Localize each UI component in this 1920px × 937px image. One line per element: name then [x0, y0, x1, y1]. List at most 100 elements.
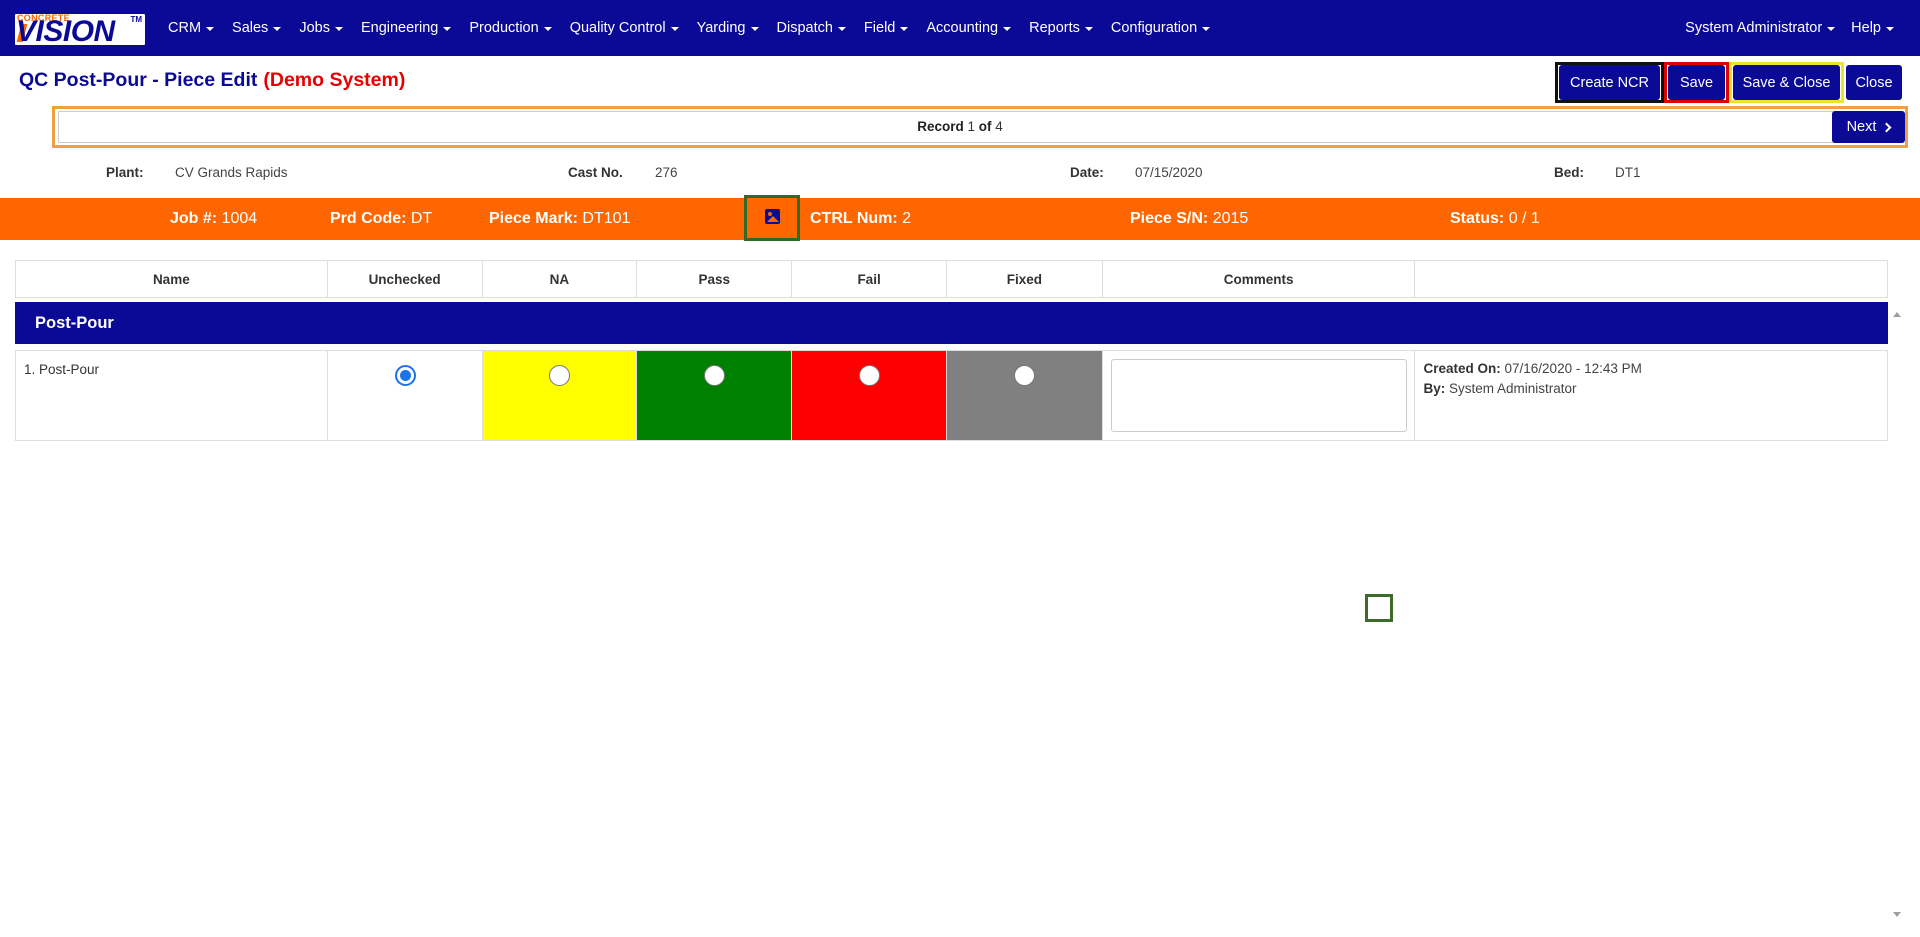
- nav-sales[interactable]: Sales: [232, 20, 282, 36]
- col-comments[interactable]: Comments: [1103, 261, 1416, 297]
- nav-crm[interactable]: CRM: [168, 20, 215, 36]
- logo-trademark: TM: [130, 15, 142, 24]
- piece-serial-label: Piece S/N:: [1130, 210, 1209, 227]
- caret-down-icon: [273, 27, 282, 31]
- radio-fail[interactable]: [859, 365, 881, 386]
- nav-accounting[interactable]: Accounting: [926, 20, 1012, 36]
- nav-reports[interactable]: Reports: [1029, 20, 1093, 36]
- highlight-marker: [1365, 594, 1393, 622]
- main-menu: CRM Sales Jobs Engineering Production Qu…: [168, 0, 1228, 56]
- vertical-scrollbar[interactable]: [1888, 302, 1903, 922]
- ctrl-num: CTRL Num: 2: [810, 210, 911, 228]
- caret-down-icon: [1003, 27, 1012, 31]
- user-menu[interactable]: System Administrator: [1685, 20, 1836, 36]
- date-label: Date:: [1070, 165, 1104, 180]
- group-header-post-pour: Post-Pour: [15, 302, 1888, 344]
- scroll-down-arrow-icon[interactable]: [1893, 912, 1901, 917]
- caret-down-icon: [543, 27, 552, 31]
- job-number-value: 1004: [221, 210, 258, 227]
- piece-mark-label: Piece Mark:: [489, 210, 578, 227]
- created-by-value: System Administrator: [1449, 381, 1577, 396]
- nav-quality-control[interactable]: Quality Control: [570, 20, 679, 36]
- prd-code: Prd Code: DT: [330, 210, 432, 228]
- col-unchecked[interactable]: Unchecked: [328, 261, 483, 297]
- created-by-label: By:: [1423, 381, 1446, 396]
- piece-status-value: 0 / 1: [1508, 210, 1540, 227]
- logo-main-text: VISION: [16, 15, 115, 46]
- top-navbar: CONCRETE VISION TM CRM Sales Jobs Engine…: [0, 0, 1920, 56]
- caret-down-icon: [750, 27, 759, 31]
- piece-serial: Piece S/N: 2015: [1130, 210, 1248, 228]
- save-close-button[interactable]: Save & Close: [1733, 65, 1840, 100]
- piece-serial-value: 2015: [1212, 210, 1249, 227]
- save-button[interactable]: Save: [1668, 65, 1725, 100]
- plant-label: Plant:: [106, 165, 144, 180]
- bed-value: DT1: [1615, 165, 1641, 180]
- create-ncr-button[interactable]: Create NCR: [1559, 65, 1660, 100]
- prd-code-value: DT: [410, 210, 433, 227]
- scroll-up-arrow-icon[interactable]: [1893, 312, 1901, 317]
- record-of-word: of: [978, 119, 992, 134]
- cast-no-label: Cast No.: [568, 165, 623, 180]
- nav-configuration-label: Configuration: [1110, 20, 1198, 36]
- nav-production-label: Production: [469, 20, 539, 36]
- help-menu[interactable]: Help: [1851, 20, 1894, 36]
- page-title-text: QC Post-Pour - Piece Edit: [19, 69, 258, 91]
- nav-production[interactable]: Production: [469, 20, 552, 36]
- next-record-button[interactable]: Next: [1832, 111, 1905, 143]
- ctrl-num-value: 2: [902, 210, 912, 227]
- nav-quality-control-label: Quality Control: [569, 20, 666, 36]
- cell-na: [482, 351, 638, 440]
- nav-configuration[interactable]: Configuration: [1110, 20, 1211, 36]
- chevron-right-icon: [1881, 122, 1892, 132]
- ctrl-num-label: CTRL Num:: [810, 210, 898, 227]
- col-name[interactable]: Name: [16, 261, 328, 297]
- table-row: 1. Post-Pour Created On: 07/16/2020 - 12…: [15, 350, 1888, 441]
- cell-meta: Created On: 07/16/2020 - 12:43 PM By: Sy…: [1415, 351, 1887, 440]
- caret-down-icon: [334, 27, 343, 31]
- record-indicator: Record 1 of 4: [0, 119, 1920, 134]
- nav-field-label: Field: [863, 20, 896, 36]
- comments-textarea[interactable]: [1110, 359, 1407, 432]
- col-meta: [1415, 261, 1887, 297]
- nav-yarding-label: Yarding: [696, 20, 746, 36]
- col-pass[interactable]: Pass: [637, 261, 793, 297]
- piece-info-bar: Job #: 1004 Prd Code: DT Piece Mark: DT1…: [0, 198, 1920, 240]
- user-menu-label: System Administrator: [1685, 20, 1823, 36]
- cast-no-value: 276: [655, 165, 678, 180]
- col-na[interactable]: NA: [483, 261, 638, 297]
- nav-engineering-label: Engineering: [360, 20, 439, 36]
- created-on-label: Created On:: [1423, 361, 1501, 376]
- record-word: Record: [917, 119, 964, 134]
- col-fixed[interactable]: Fixed: [947, 261, 1103, 297]
- nav-field[interactable]: Field: [863, 20, 909, 36]
- caret-down-icon: [1084, 27, 1093, 31]
- demo-system-label: (Demo System): [263, 69, 406, 91]
- radio-pass[interactable]: [704, 365, 726, 386]
- job-number-label: Job #:: [170, 210, 218, 227]
- radio-unchecked[interactable]: [394, 365, 416, 386]
- caret-down-icon: [1827, 27, 1836, 31]
- cell-unchecked: [328, 351, 483, 440]
- close-button[interactable]: Close: [1846, 65, 1902, 100]
- created-on-value: 07/16/2020 - 12:43 PM: [1504, 361, 1642, 376]
- nav-dispatch[interactable]: Dispatch: [777, 20, 846, 36]
- nav-jobs[interactable]: Jobs: [299, 20, 343, 36]
- nav-yarding[interactable]: Yarding: [697, 20, 759, 36]
- bed-label: Bed:: [1554, 165, 1584, 180]
- caret-down-icon: [443, 27, 452, 31]
- record-current: 1: [967, 119, 975, 134]
- photo-icon[interactable]: [765, 209, 780, 224]
- plant-value: CV Grands Rapids: [175, 165, 288, 180]
- caret-down-icon: [1886, 27, 1894, 31]
- nav-engineering[interactable]: Engineering: [360, 20, 452, 36]
- col-fail[interactable]: Fail: [792, 261, 947, 297]
- item-name: 1. Post-Pour: [24, 362, 100, 377]
- caret-down-icon: [900, 27, 909, 31]
- concrete-vision-logo[interactable]: CONCRETE VISION TM: [15, 14, 145, 45]
- radio-fixed[interactable]: [1014, 365, 1036, 386]
- page-title: QC Post-Pour - Piece Edit (Demo System): [19, 69, 405, 92]
- radio-na[interactable]: [549, 365, 571, 386]
- piece-status: Status: 0 / 1: [1450, 210, 1540, 228]
- caret-down-icon: [670, 27, 679, 31]
